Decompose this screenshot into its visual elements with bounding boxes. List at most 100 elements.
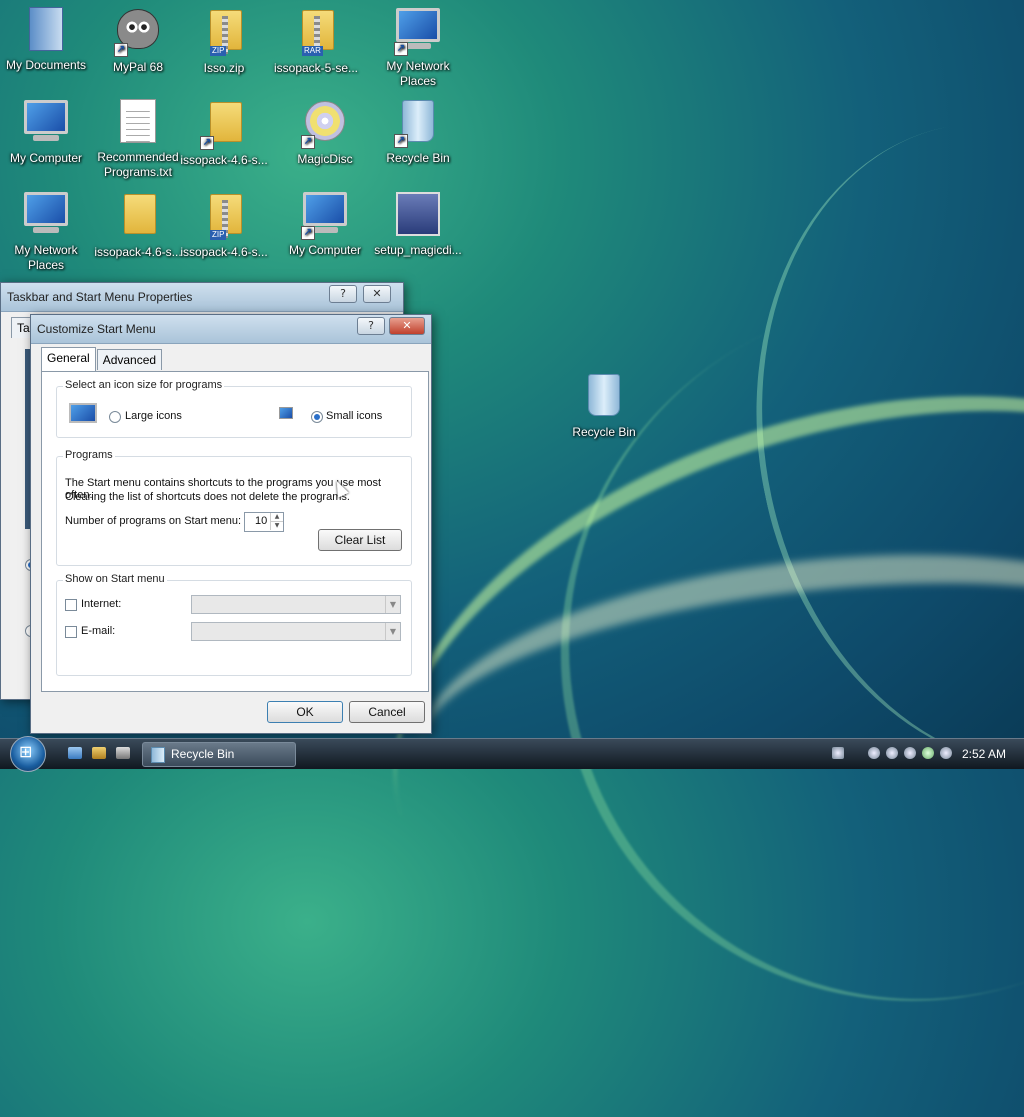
desktop-icon-setup-magicdisc[interactable]: setup_magicdi... [372, 188, 464, 258]
desktop-icon-recommended-programs[interactable]: Recommended Programs.txt [92, 96, 184, 180]
desktop-icon-label: issopack-4.6-s... [94, 245, 182, 259]
tab-advanced[interactable]: Advanced [96, 349, 163, 370]
desktop-icon-issopack-4-6-b[interactable]: issopack-4.6-s... [92, 188, 184, 260]
network-icon: ↗ [394, 8, 442, 56]
desktop-icon-label: Isso.zip [203, 61, 245, 75]
installer-icon [394, 192, 442, 240]
computer-icon: ↗ [301, 192, 349, 240]
close-button[interactable]: ✕ [389, 317, 425, 335]
desktop-icon-label: My Network Places [14, 243, 78, 272]
shortcut-arrow-icon: ↗ [114, 43, 128, 57]
desktop-icon-label: Recommended Programs.txt [97, 150, 179, 179]
programs-description-2: Clearing the list of shortcuts does not … [65, 491, 350, 503]
cancel-button[interactable]: Cancel [349, 701, 425, 723]
program-count-value: 10 [255, 515, 268, 527]
desktop-icon-label: issopack-4.6-s... [180, 245, 268, 259]
group-heading: Show on Start menu [63, 573, 167, 585]
shortcut-arrow-icon: ↗ [394, 134, 408, 148]
computer-icon [22, 100, 70, 148]
shortcut-arrow-icon: ↗ [200, 136, 214, 150]
tab-general[interactable]: General [41, 347, 96, 371]
customize-start-menu-dialog: Customize Start Menu ? ✕ General Advanced… [30, 314, 432, 734]
chevron-down-icon: ▼ [385, 596, 400, 613]
desktop-icon-my-computer-2[interactable]: ↗ My Computer [279, 188, 371, 258]
safely-remove-icon[interactable] [922, 747, 934, 759]
email-program-select[interactable]: ▼ [191, 622, 401, 641]
desktop-icon-network-places-2[interactable]: My Network Places [0, 188, 92, 273]
email-checkbox[interactable] [65, 626, 77, 638]
desktop-icon-label: My Documents [5, 58, 87, 72]
desktop-icon-issopack-4-6-c[interactable]: ZIP issopack-4.6-s... [178, 188, 270, 260]
desktop-icon-mypal[interactable]: ↗ MyPal 68 [92, 4, 184, 75]
desktop-icon-label: My Network Places [386, 59, 450, 88]
taskbar: Recycle Bin 2:52 AM [0, 736, 1024, 772]
program-count-label: Number of programs on Start menu: [65, 515, 242, 527]
internet-label: Internet: [81, 598, 122, 610]
tray-icon[interactable] [886, 747, 898, 759]
email-label: E-mail: [81, 625, 116, 637]
desktop-icon-isso-zip[interactable]: ZIP Isso.zip [178, 4, 270, 76]
window-title: Taskbar and Start Menu Properties [7, 290, 193, 304]
clock[interactable]: 2:52 AM [962, 747, 1006, 761]
desktop-icon-recycle-bin[interactable]: ↗ Recycle Bin [372, 96, 464, 166]
desktop-icon-network-places[interactable]: ↗ My Network Places [372, 4, 464, 89]
clear-list-button[interactable]: Clear List [318, 529, 402, 551]
recycle-bin-icon: ↗ [394, 100, 442, 148]
recycle-bin-icon [151, 746, 165, 763]
help-button[interactable]: ? [329, 285, 357, 303]
desktop-icon-my-documents[interactable]: My Documents [0, 4, 92, 73]
dialog-title: Customize Start Menu [37, 322, 156, 336]
help-button[interactable]: ? [357, 317, 385, 335]
shortcut-arrow-icon: ↗ [301, 135, 315, 149]
recycle-bin-icon [580, 374, 628, 422]
window-titlebar[interactable]: Taskbar and Start Menu Properties ? ✕ [1, 283, 403, 312]
stepper-up-icon[interactable]: ▲ [270, 513, 283, 522]
text-file-icon [114, 99, 162, 147]
keyboard-icon[interactable] [832, 747, 844, 759]
folder-icon [114, 194, 162, 242]
large-icons-radio[interactable] [109, 411, 121, 423]
stepper-down-icon[interactable]: ▼ [270, 522, 283, 530]
internet-checkbox[interactable] [65, 599, 77, 611]
desktop-icon-label: My Computer [288, 243, 362, 257]
network-icon [22, 192, 70, 240]
internet-program-select[interactable]: ▼ [191, 595, 401, 614]
desktop-icon-issopack-4-6-a[interactable]: ↗ issopack-4.6-s... [178, 96, 270, 168]
close-button[interactable]: ✕ [363, 285, 391, 303]
quick-launch-icon[interactable] [92, 747, 106, 759]
large-monitor-icon [67, 401, 99, 427]
mypal-icon: ↗ [114, 9, 162, 57]
programs-group: Programs The Start menu contains shortcu… [56, 449, 412, 566]
desktop-icon-label: issopack-4.6-s... [180, 153, 268, 167]
desktop-icon-magicdisc[interactable]: ↗ MagicDisc [279, 96, 371, 167]
desktop-icon-recycle-bin-2[interactable]: Recycle Bin [558, 370, 650, 440]
tray-icon[interactable] [904, 747, 916, 759]
documents-folder-icon [22, 7, 70, 55]
desktop-icon-label: Recycle Bin [386, 151, 450, 165]
small-icons-label: Small icons [326, 410, 383, 422]
zip-folder-icon: ZIP [200, 10, 248, 58]
show-on-start-menu-group: Show on Start menu Internet: ▼ E-mail: ▼ [56, 573, 412, 676]
folder-icon: ↗ [200, 102, 248, 150]
quick-launch-icon[interactable] [116, 747, 130, 759]
dialog-titlebar[interactable]: Customize Start Menu ? ✕ [31, 315, 431, 344]
ok-button[interactable]: OK [267, 701, 343, 723]
group-heading: Select an icon size for programs [63, 379, 225, 391]
taskbar-button-recycle-bin[interactable]: Recycle Bin [142, 742, 296, 767]
large-icons-label: Large icons [125, 410, 182, 422]
small-monitor-icon [279, 407, 293, 419]
group-heading: Programs [63, 449, 115, 461]
desktop-icon-my-computer[interactable]: My Computer [0, 96, 92, 166]
program-count-stepper[interactable]: 10 ▲ ▼ [244, 512, 284, 532]
chevron-down-icon: ▼ [385, 623, 400, 640]
volume-icon[interactable] [940, 747, 952, 759]
desktop-icon-issopack-5[interactable]: RAR issopack-5-se... [270, 4, 362, 76]
magicdisc-icon: ↗ [301, 101, 349, 149]
start-button[interactable] [10, 736, 46, 772]
desktop-icon-label: MagicDisc [297, 152, 353, 166]
show-desktop-icon[interactable] [68, 747, 82, 759]
tray-icon[interactable] [868, 747, 880, 759]
small-icons-radio[interactable] [311, 411, 323, 423]
shortcut-arrow-icon: ↗ [301, 226, 315, 240]
general-tab-panel: Select an icon size for programs Large i… [41, 371, 429, 692]
